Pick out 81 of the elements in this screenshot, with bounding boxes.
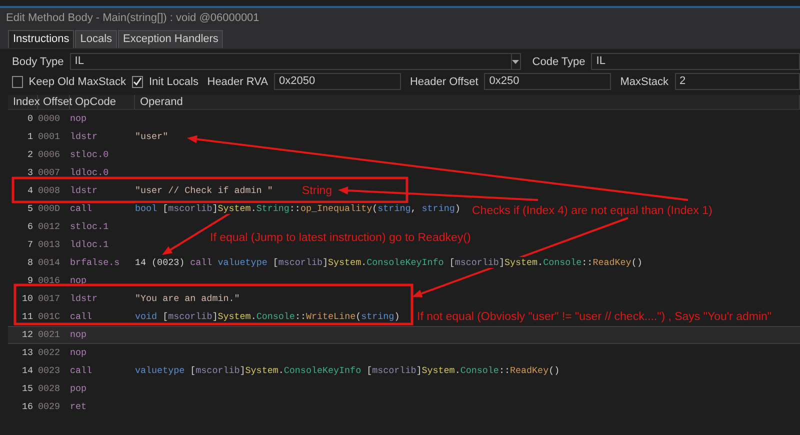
offset-cell-text: 0006 — [38, 148, 62, 162]
opcode-cell-text: ldstr — [70, 292, 99, 306]
annotation-note: String — [302, 184, 332, 199]
offset-cell-text: 0021 — [38, 328, 62, 342]
index-cell-text: 12 — [20, 328, 34, 342]
column-header[interactable]: Index — [8, 94, 38, 108]
index-cell-text: 4 — [26, 184, 34, 198]
index-cell-text: 7 — [26, 238, 34, 252]
input-field[interactable]: 2 — [674, 73, 800, 90]
offset-cell-text: 0029 — [38, 400, 62, 414]
index-cell-text: 13 — [20, 346, 34, 360]
index-cell-text: 11 — [20, 310, 34, 324]
code-type-field[interactable]: IL — [591, 53, 800, 70]
opcode-cell-text: nop — [70, 112, 88, 126]
opcode-cell-text: call — [70, 310, 94, 324]
tab[interactable]: Locals — [75, 30, 118, 48]
index-cell-text: 5 — [26, 202, 34, 216]
index-cell-text: 10 — [20, 292, 34, 306]
offset-cell-text: 0008 — [38, 184, 62, 198]
index-cell-text: 0 — [26, 112, 34, 126]
opcode-cell-text: nop — [70, 328, 88, 342]
opcode-cell-text: nop — [70, 346, 88, 360]
offset-cell-text: 0017 — [38, 292, 62, 306]
field-label: Code Type — [532, 54, 586, 70]
column-header[interactable]: Operand — [135, 94, 800, 108]
index-cell-text: 9 — [26, 274, 34, 288]
index-cell-text: 2 — [26, 148, 34, 162]
operand-cell: valuetype [mscorlib]System.ConsoleKeyInfo [mscorlib]System.Console::ReadKey() — [135, 364, 560, 378]
index-cell-text: 3 — [26, 166, 34, 180]
checkbox-label: Init Locals — [148, 74, 198, 90]
opcode-cell-text: ret — [70, 400, 88, 414]
column-header[interactable]: Offset — [38, 94, 70, 108]
offset-cell-text: 0023 — [38, 364, 62, 378]
opcode-cell-text: ldstr — [70, 130, 99, 144]
index-cell-text: 15 — [20, 382, 34, 396]
field-label: MaxStack — [620, 74, 669, 90]
opcode-cell-text: stloc.1 — [70, 220, 110, 234]
annotation-note: Checks if (Index 4) are not equal than (Index 1) — [472, 204, 712, 219]
opcode-cell-text: brfalse.s — [70, 256, 121, 270]
opcode-cell-text: nop — [70, 274, 88, 288]
offset-cell-text: 0013 — [38, 238, 62, 252]
checkbox[interactable] — [12, 76, 23, 88]
offset-cell-text: 0000 — [38, 112, 62, 126]
opcode-cell-text: ldloc.1 — [70, 238, 110, 252]
operand-cell: 14 (0023) call valuetype [mscorlib]System.ConsoleKeyInfo [mscorlib]System.Console::ReadKey() — [135, 256, 642, 270]
opcode-cell-text: call — [70, 364, 94, 378]
offset-cell-text: 0016 — [38, 274, 62, 288]
offset-cell-text: 0022 — [38, 346, 62, 360]
offset-cell-text: 0007 — [38, 166, 62, 180]
checkbox[interactable] — [132, 76, 143, 88]
opcode-cell-text: call — [70, 202, 94, 216]
tab[interactable]: Instructions — [8, 30, 74, 48]
annotation-note: If equal (Jump to latest instruction) go to Readkey() — [210, 231, 471, 246]
index-cell-text: 6 — [26, 220, 34, 234]
index-cell-text: 8 — [26, 256, 34, 270]
index-cell-text: 14 — [20, 364, 34, 378]
operand-cell: void [mscorlib]System.Console::WriteLine(string) — [135, 310, 400, 324]
index-cell-text: 1 — [26, 130, 34, 144]
field-label: Header Offset — [410, 74, 478, 90]
tab[interactable]: Exception Handlers — [118, 30, 224, 48]
body-type-dropdown[interactable]: IL — [70, 53, 521, 70]
opcode-cell-text: ldstr — [70, 184, 99, 198]
caret-icon — [510, 54, 520, 70]
field-label: Header RVA — [207, 74, 268, 90]
annotation-note: If not equal (Obviosly "user" != "user // check....") , Says "You'r admin" — [417, 310, 772, 325]
index-cell-text: 16 — [20, 400, 34, 414]
offset-cell-text: 0014 — [38, 256, 62, 270]
operand-cell: bool [mscorlib]System.String::op_Inequality(string, string) — [135, 202, 460, 216]
input-field[interactable]: 0x2050 — [274, 73, 402, 90]
offset-cell-text: 000D — [38, 202, 62, 216]
input-field[interactable]: 0x250 — [484, 73, 612, 90]
field-label: Body Type — [12, 54, 64, 70]
opcode-cell-text: pop — [70, 382, 88, 396]
offset-cell-text: 0012 — [38, 220, 62, 234]
offset-cell-text: 001C — [38, 310, 62, 324]
window-title: Edit Method Body - Main(string[]) : void @06000001 — [0, 8, 800, 27]
opcode-cell-text: ldloc.0 — [70, 166, 110, 180]
checkbox-label: Keep Old MaxStack — [28, 74, 126, 90]
offset-cell-text: 0028 — [38, 382, 62, 396]
offset-cell-text: 0001 — [38, 130, 62, 144]
opcode-cell-text: stloc.0 — [70, 148, 110, 162]
